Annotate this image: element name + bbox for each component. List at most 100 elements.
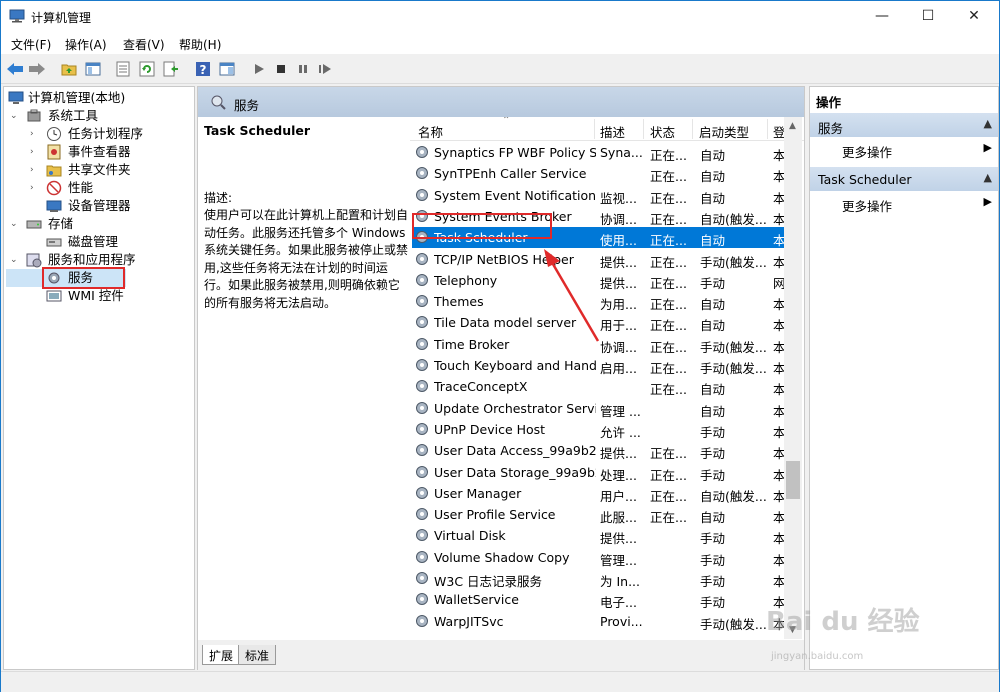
cell-startup: 手动 (700, 552, 726, 568)
expand-chevron-icon[interactable]: › (30, 125, 40, 143)
service-row[interactable]: Synaptics FP WBF Policy Se... Syna... 正在..… (412, 142, 785, 163)
export-list-icon[interactable] (161, 59, 181, 79)
title-bar: 计算机管理 — ☐ ✕ (1, 1, 999, 32)
cell-startup: 自动 (700, 382, 726, 398)
cell-name: TraceConceptX (434, 379, 528, 395)
cell-name: System Event Notification ... (434, 187, 596, 203)
service-row[interactable]: WalletService 电子... 手动本 (412, 589, 785, 611)
cell-desc: 启用... (600, 361, 637, 376)
cell-startup: 自动 (700, 403, 726, 419)
service-row[interactable]: User Profile Service 此服... 正在... 自动本 (412, 504, 785, 526)
more-actions-2[interactable]: 更多操作 ▶ (810, 192, 998, 214)
up-folder-icon[interactable] (59, 59, 79, 79)
window-title: 计算机管理 (31, 11, 92, 25)
back-icon[interactable] (5, 59, 25, 79)
cell-startup: 自动 (700, 510, 726, 526)
collapse-up-icon[interactable]: ▲ (984, 117, 992, 130)
column-divider[interactable] (643, 119, 644, 139)
menu-view[interactable]: 查看(V) (123, 36, 165, 53)
help-icon[interactable]: ? (193, 59, 213, 79)
tab-extended[interactable]: 扩展 (202, 645, 241, 665)
cell-name: W3C 日志记录服务 (434, 574, 543, 589)
service-row[interactable]: Update Orchestrator Service 管理 ... 自动本 (412, 398, 785, 419)
sort-arrow-icon: ⌃ (502, 117, 511, 126)
show-hide-tree-icon[interactable] (83, 59, 103, 79)
collapse-chevron-icon[interactable]: ⌄ (10, 251, 20, 269)
menu-file[interactable]: 文件(F) (11, 36, 51, 53)
cell-desc: Provi... (600, 613, 643, 629)
service-row[interactable]: Virtual Disk 提供... 手动本 (412, 525, 785, 546)
submenu-arrow-icon: ▶ (983, 141, 992, 154)
forward-icon[interactable] (27, 59, 47, 79)
menu-action[interactable]: 操作(A) (65, 36, 107, 53)
properties-icon[interactable] (113, 59, 133, 79)
col-status[interactable]: 状态 (650, 122, 675, 141)
console-tree: 计算机管理(本地) ⌄ 系统工具 › 任务计划程序 › 事件查看器 › 共享文件… (3, 86, 195, 670)
cell-status: 正在... (650, 361, 687, 376)
search-gear-icon (211, 95, 226, 110)
service-row[interactable]: TraceConceptX 正在... 自动本 (412, 376, 785, 398)
cell-startup: 自动 (700, 233, 726, 249)
cell-startup: 手动 (700, 424, 726, 440)
pause-service-icon[interactable] (293, 59, 313, 79)
console-tree-icon[interactable] (217, 59, 237, 79)
cell-status: 正在... (650, 446, 687, 462)
scroll-thumb[interactable] (786, 461, 800, 499)
cell-desc: 允许 ... (600, 424, 641, 440)
column-divider[interactable] (692, 119, 693, 139)
col-name[interactable]: 名称 (418, 122, 443, 141)
watermark-url: jingyan.baidu.com (771, 651, 864, 662)
close-button[interactable]: ✕ (951, 1, 997, 32)
collapse-chevron-icon[interactable]: ⌄ (10, 107, 20, 125)
gear-icon (416, 359, 428, 371)
maximize-button[interactable]: ☐ (905, 1, 951, 32)
menu-help[interactable]: 帮助(H) (179, 36, 221, 53)
restart-service-icon[interactable] (315, 59, 335, 79)
annotation-arrow (544, 249, 600, 342)
gear-icon (416, 486, 428, 499)
cell-desc: 电子... (600, 595, 637, 611)
stop-service-icon[interactable] (271, 59, 291, 79)
expand-chevron-icon[interactable]: › (30, 179, 40, 197)
minimize-button[interactable]: — (859, 1, 905, 32)
column-divider[interactable] (767, 119, 768, 139)
service-description-panel: Task Scheduler 描述: 使用户可以在此计算机上配置和计划自动任务。… (198, 117, 408, 639)
service-row[interactable]: User Data Access_99a9b25 提供... 正在... 手动本 (412, 440, 785, 462)
services-apps-icon (26, 253, 42, 268)
gear-icon (416, 188, 428, 201)
performance-icon (46, 180, 62, 196)
refresh-icon[interactable] (137, 59, 157, 79)
vertical-scrollbar[interactable]: ▲ ▼ (784, 117, 802, 639)
service-row[interactable]: W3C 日志记录服务为 In... 手动本 (412, 568, 785, 589)
service-row[interactable]: UPnP Device Host 允许 ... 手动本 (412, 419, 785, 440)
service-row[interactable]: WarpJITSvc Provi... 手动(触发... 本 (412, 611, 785, 632)
service-row[interactable]: Touch Keyboard and Hand... 启用... 正在... 手动(触… (412, 355, 785, 376)
service-row[interactable]: SynTPEnh Caller Service 正在... 自动本 (412, 163, 785, 184)
start-service-icon[interactable] (249, 59, 269, 79)
col-startup-type[interactable]: 启动类型 (699, 122, 749, 141)
column-divider[interactable] (594, 119, 595, 139)
gear-icon (416, 167, 428, 180)
scroll-up-icon[interactable]: ▲ (789, 121, 796, 131)
cell-desc: 处理... (600, 467, 637, 483)
col-description[interactable]: 描述 (600, 122, 625, 141)
storage-icon (26, 220, 42, 229)
gear-icon (416, 529, 428, 542)
service-row[interactable]: Volume Shadow Copy 管理... 手动本 (412, 547, 785, 568)
actions-section-services[interactable]: 服务 ▲ (810, 113, 998, 137)
service-row[interactable]: User Data Storage_99a9b25 处理... 正在... 手动本 (412, 462, 785, 483)
toolbar: ? (1, 54, 999, 84)
actions-section-task-scheduler[interactable]: Task Scheduler ▲ (810, 167, 998, 191)
more-actions-1[interactable]: 更多操作 ▶ (810, 138, 998, 160)
service-row[interactable]: System Event Notification ... 监视... 正在... 自… (412, 185, 785, 206)
expand-chevron-icon[interactable]: › (30, 161, 40, 179)
collapse-chevron-icon[interactable]: ⌄ (10, 215, 20, 233)
service-row[interactable]: User Manager 用户... 正在... 自动(触发... 本 (412, 483, 785, 504)
cell-desc: 为 In... (600, 574, 641, 589)
cell-startup: 自动 (700, 148, 726, 163)
collapse-up-icon[interactable]: ▲ (984, 171, 992, 184)
expand-chevron-icon[interactable]: › (30, 143, 40, 161)
gear-icon (416, 146, 428, 158)
tab-standard[interactable]: 标准 (238, 645, 277, 665)
gear-icon (416, 572, 428, 584)
